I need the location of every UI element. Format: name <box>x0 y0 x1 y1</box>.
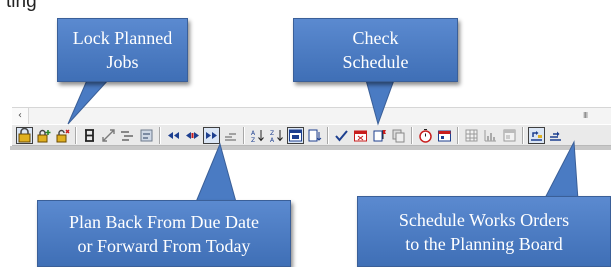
toolbar-separator <box>457 126 459 144</box>
callout-pointer-lock <box>67 78 111 125</box>
calendar-red-icon[interactable] <box>436 127 453 144</box>
rewind-icon[interactable] <box>165 127 182 144</box>
center-icon[interactable] <box>184 127 201 144</box>
callout-check-schedule: Check Schedule <box>293 18 458 82</box>
board-icon[interactable] <box>138 127 155 144</box>
calendar-x-icon[interactable] <box>352 127 369 144</box>
svg-text:A: A <box>270 137 275 143</box>
chart-icon[interactable] <box>482 127 499 144</box>
hourglass-icon[interactable] <box>81 127 98 144</box>
callout-schedule-works-orders: Schedule Works Orders to the Planning Bo… <box>357 196 611 267</box>
callout-line: Schedule Works Orders <box>398 209 570 230</box>
toolbar-separator <box>411 126 413 144</box>
toolbar-separator <box>159 126 161 144</box>
resize-icon[interactable] <box>100 127 117 144</box>
callout-pointer-plan <box>195 142 237 202</box>
sort-descending-icon[interactable]: ZA <box>268 127 285 144</box>
calendar-select-icon[interactable] <box>287 126 304 144</box>
lock-add-icon[interactable] <box>35 127 52 144</box>
scroll-left-arrow-icon[interactable]: ‹ <box>12 108 29 124</box>
svg-text:A: A <box>251 130 256 137</box>
callout-line: Plan Back From Due Date <box>69 211 259 232</box>
callout-line: Lock Planned <box>72 28 173 48</box>
copy-icon[interactable] <box>390 127 407 144</box>
sort-ascending-icon[interactable]: AZ <box>249 127 266 144</box>
forward-icon[interactable] <box>203 126 220 144</box>
window-bottom-border <box>10 146 611 150</box>
svg-text:Z: Z <box>270 130 274 137</box>
top-text-fragment: ting <box>6 0 37 12</box>
scroll-grip[interactable]: III <box>583 111 595 121</box>
callout-lock-planned-jobs: Lock Planned Jobs <box>57 18 188 82</box>
callout-line: to the Planning Board <box>405 233 563 254</box>
callout-pointer-check <box>365 80 395 126</box>
toolbar-separator <box>522 126 524 144</box>
grid-icon[interactable] <box>463 127 480 144</box>
callout-line: Jobs <box>106 52 139 72</box>
gantt-step-icon[interactable] <box>222 127 239 144</box>
callout-pointer-schedule <box>543 140 579 200</box>
callout-line: Schedule <box>342 52 409 72</box>
export-icon[interactable] <box>306 127 323 144</box>
multi-bars-icon[interactable] <box>119 127 136 144</box>
svg-text:Z: Z <box>251 137 255 143</box>
stopwatch-icon[interactable] <box>417 127 434 144</box>
lock-schedule-icon[interactable] <box>16 126 33 144</box>
window-icon[interactable] <box>501 127 518 144</box>
callout-plan-back-forward: Plan Back From Due Date or Forward From … <box>37 200 291 267</box>
toolbar-separator <box>327 126 329 144</box>
toolbar-separator <box>75 126 77 144</box>
toolbar-separator <box>243 126 245 144</box>
flag-icon[interactable] <box>371 127 388 144</box>
unlock-icon[interactable] <box>54 127 71 144</box>
callout-line: Check <box>352 28 399 48</box>
check-icon[interactable] <box>333 127 350 144</box>
callout-line: or Forward From Today <box>77 235 251 256</box>
